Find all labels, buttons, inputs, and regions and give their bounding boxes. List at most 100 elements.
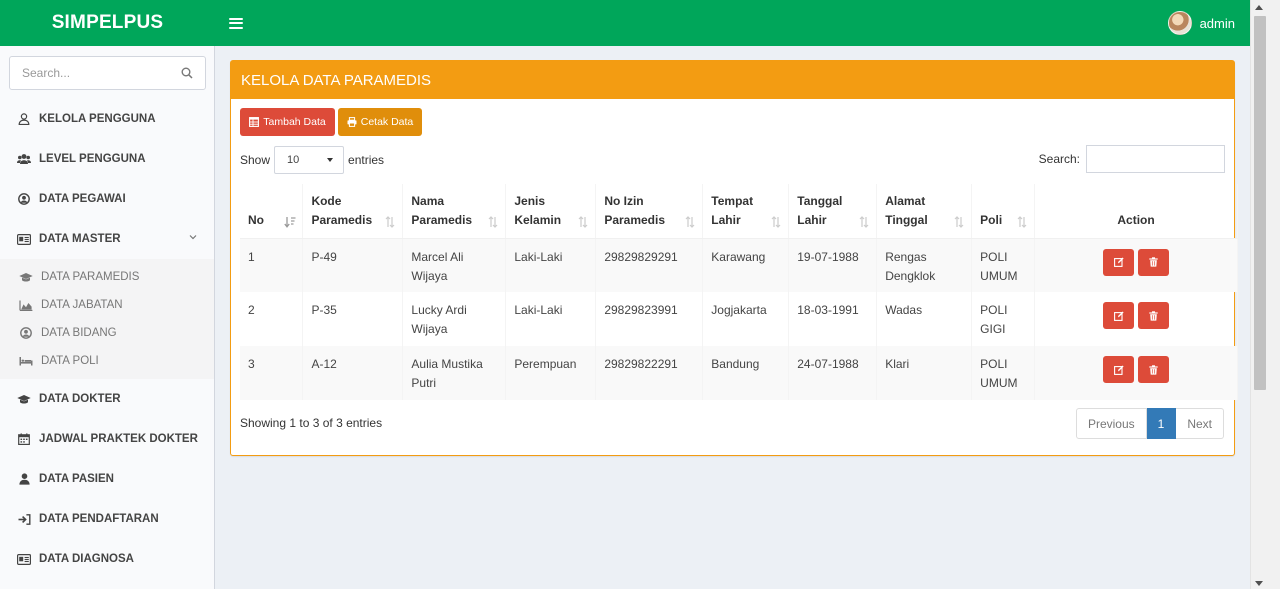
page-1-button[interactable]: 1 [1146, 408, 1177, 439]
add-data-label: Tambah Data [263, 116, 326, 128]
cell-alamat: Klari [876, 346, 973, 400]
cell-no-izin: 29829829291 [595, 238, 704, 292]
sidebar-item-data-diagnosa[interactable]: DATA DIAGNOSA [0, 539, 214, 579]
chevron-down-icon[interactable] [189, 233, 197, 241]
sidebar-item-data-pegawai[interactable]: DATA PEGAWAI [0, 179, 214, 219]
delete-button[interactable] [1138, 356, 1170, 383]
cell-kode: P-49 [302, 238, 404, 292]
app-logo[interactable]: SIMPELPUS [0, 0, 215, 46]
user-name: admin [1199, 15, 1235, 31]
sort-desc-icon [284, 216, 296, 228]
table-search-input[interactable] [1086, 145, 1225, 173]
paramedis-table: No Kode Paramedis Nama Paramedis Jenis K… [240, 184, 1238, 400]
cell-tempat-lahir: Bandung [702, 346, 790, 400]
column-header-alamat[interactable]: Alamat Tinggal [876, 184, 973, 239]
sidebar-item-label: DATA PENDAFTARAN [39, 513, 159, 525]
sort-icon [771, 215, 781, 228]
cell-no: 2 [240, 292, 304, 346]
print-data-button[interactable]: Cetak Data [338, 108, 422, 136]
table-row: 1 P-49 Marcel Ali Wijaya Laki-Laki 29829… [240, 238, 1238, 292]
user-menu[interactable]: admin [1167, 11, 1235, 35]
column-header-nama[interactable]: Nama Paramedis [402, 184, 507, 239]
sidebar-item-data-poli[interactable]: DATA POLI [0, 347, 214, 375]
page-scrollbar[interactable] [1250, 0, 1280, 589]
add-data-button[interactable]: Tambah Data [240, 108, 335, 136]
cell-tanggal-lahir: 19-07-1988 [788, 238, 878, 292]
cell-no: 1 [240, 238, 304, 292]
sidebar-item-label: JADWAL PRAKTEK DOKTER [39, 433, 198, 445]
entries-label: entries [348, 153, 385, 167]
sidebar-item-level-pengguna[interactable]: LEVEL PENGGUNA [0, 139, 214, 179]
area-chart-icon [19, 298, 33, 312]
pagination: Previous 1 Next [1075, 408, 1224, 439]
id-card-icon [17, 232, 31, 246]
calendar-icon [17, 432, 31, 446]
edit-button[interactable] [1103, 248, 1135, 276]
cell-jenis-kelamin: Perempuan [505, 346, 597, 400]
sidebar-item-data-jabatan[interactable]: DATA JABATAN [0, 291, 214, 319]
column-header-no[interactable]: No [240, 184, 304, 239]
delete-button[interactable] [1138, 302, 1170, 329]
trash-icon [1149, 364, 1158, 375]
sidebar-item-data-dokter[interactable]: DATA DOKTER [0, 379, 214, 419]
submenu-data-master: DATA PARAMEDIS DATA JABATAN DATA BIDANG … [0, 259, 214, 379]
column-header-kode[interactable]: Kode Paramedis [302, 184, 404, 239]
cell-no-izin: 29829822291 [595, 346, 704, 400]
cell-jenis-kelamin: Laki-Laki [505, 238, 597, 292]
next-page-button[interactable]: Next [1176, 408, 1224, 439]
scrollbar-thumb[interactable] [1254, 16, 1266, 390]
cell-kode: A-12 [302, 346, 404, 400]
menu-toggle-icon[interactable] [229, 17, 243, 29]
avatar [1167, 11, 1192, 35]
column-header-no-izin[interactable]: No Izin Paramedis [595, 184, 704, 239]
table-row: 2 P-35 Lucky Ardi Wijaya Laki-Laki 29829… [240, 292, 1238, 346]
cell-poli: POLI GIGI [971, 292, 1036, 346]
column-header-tanggal-lahir[interactable]: Tanggal Lahir [788, 184, 878, 239]
sidebar-item-data-master[interactable]: DATA MASTER [0, 219, 214, 259]
cell-action [1034, 346, 1238, 400]
sidebar-item-label: DATA PARAMEDIS [41, 271, 140, 283]
search-icon[interactable] [181, 67, 193, 79]
page-length-select[interactable]: 10 [274, 146, 345, 174]
edit-button[interactable] [1103, 302, 1135, 329]
sidebar-item-data-pendaftaran[interactable]: DATA PENDAFTARAN [0, 499, 214, 539]
column-header-jenis-kelamin[interactable]: Jenis Kelamin [505, 184, 597, 239]
cell-no-izin: 29829823991 [595, 292, 704, 346]
paramedis-box: KELOLA DATA PARAMEDIS Tambah Data Cetak … [230, 60, 1238, 456]
sidebar-item-label: DATA DIAGNOSA [39, 553, 134, 565]
sort-icon [488, 215, 498, 228]
user-icon [17, 472, 31, 486]
cell-tanggal-lahir: 24-07-1988 [788, 346, 878, 400]
column-header-poli[interactable]: Poli [971, 184, 1036, 239]
scroll-down-arrow-icon[interactable] [1255, 581, 1263, 586]
sidebar-item-label: DATA JABATAN [41, 299, 123, 311]
sidebar-item-kelola-pengguna[interactable]: KELOLA PENGGUNA [0, 99, 214, 139]
sidebar-item-label: DATA PASIEN [39, 473, 114, 485]
cell-action [1034, 292, 1238, 346]
edit-icon [1113, 257, 1124, 267]
id-card-icon [17, 552, 31, 566]
delete-button[interactable] [1138, 248, 1170, 276]
sidebar-item-jadwal-praktek[interactable]: JADWAL PRAKTEK DOKTER [0, 419, 214, 459]
user-icon [17, 112, 31, 126]
previous-page-button[interactable]: Previous [1075, 408, 1147, 439]
edit-button[interactable] [1103, 356, 1135, 383]
trash-icon [1149, 310, 1158, 321]
search-input[interactable] [22, 66, 172, 80]
column-header-action: Action [1034, 184, 1238, 239]
sort-icon [859, 215, 869, 228]
sort-icon [385, 215, 395, 228]
sidebar-item-data-paramedis[interactable]: DATA PARAMEDIS [0, 263, 214, 291]
cell-poli: POLI UMUM [971, 238, 1036, 292]
sidebar-item-data-pasien[interactable]: DATA PASIEN [0, 459, 214, 499]
table-search: Search: [1039, 145, 1225, 173]
cell-nama: Marcel Ali Wijaya [402, 238, 507, 292]
cell-no: 3 [240, 346, 304, 400]
sign-in-icon [17, 512, 31, 526]
page-length-control: Show 10 entries [240, 146, 384, 174]
user-circle-icon [19, 326, 33, 340]
sidebar-item-data-bidang[interactable]: DATA BIDANG [0, 319, 214, 347]
column-header-tempat-lahir[interactable]: Tempat Lahir [702, 184, 790, 239]
scroll-up-arrow-icon[interactable] [1255, 5, 1263, 10]
show-label: Show [240, 153, 271, 167]
